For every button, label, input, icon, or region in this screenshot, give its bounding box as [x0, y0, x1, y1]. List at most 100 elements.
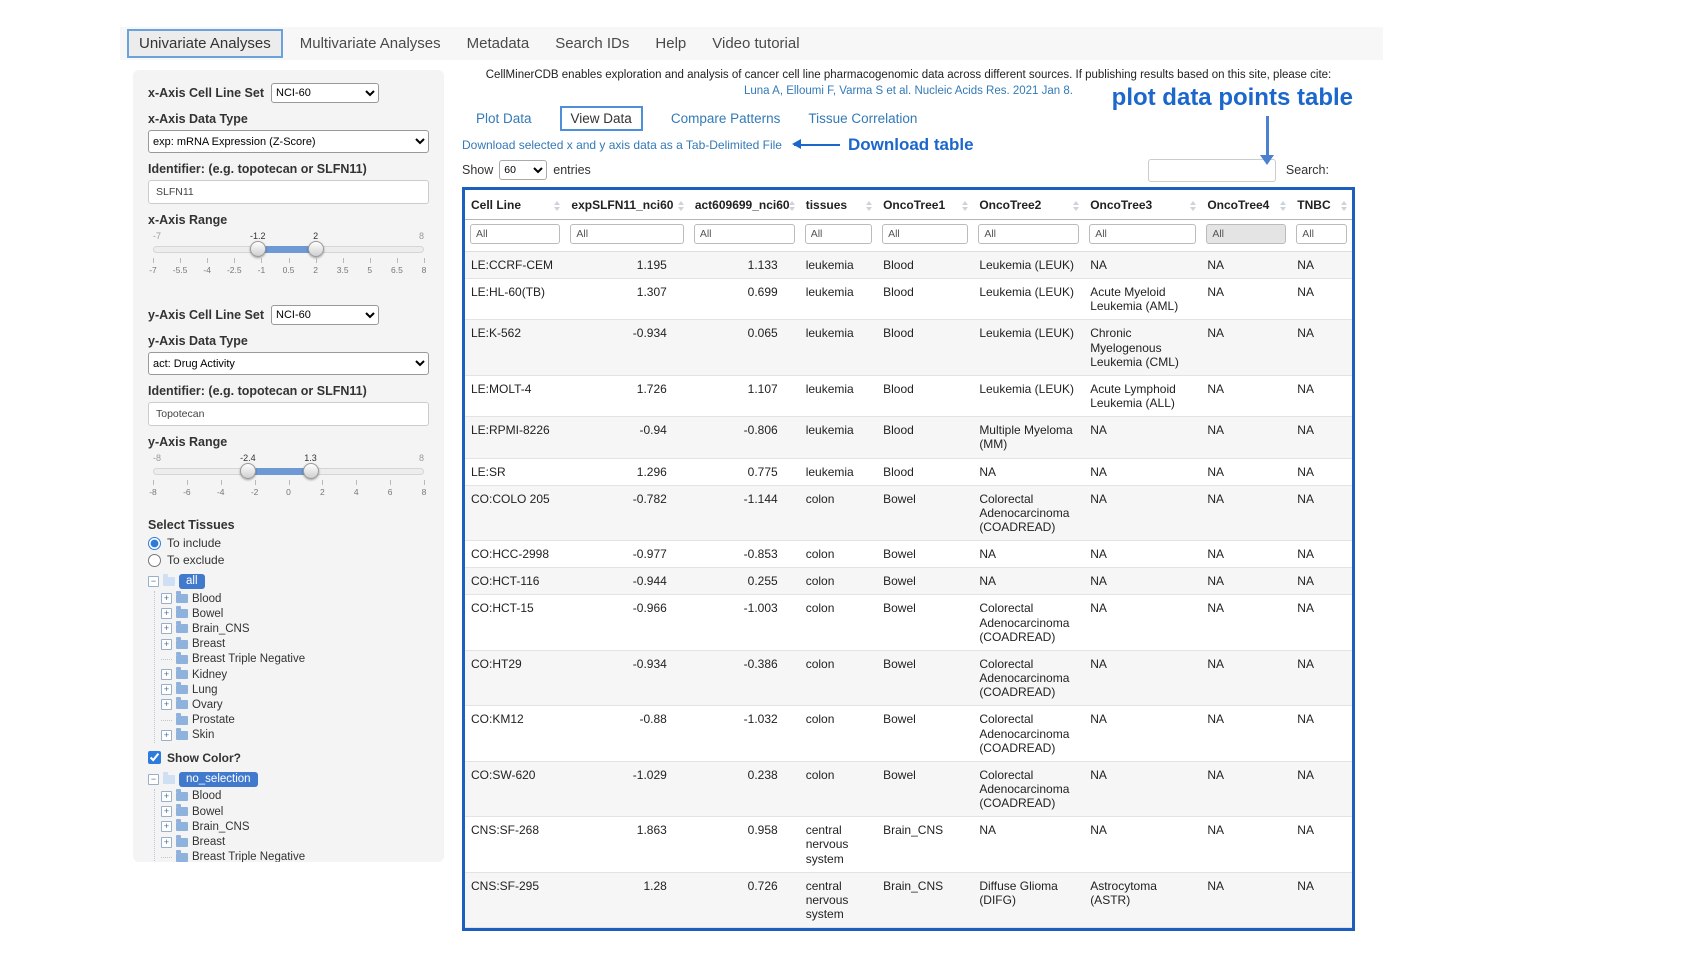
filter-input-tissues[interactable]	[805, 224, 872, 244]
tissue-exclude-root[interactable]: −no_selection	[148, 772, 429, 787]
view-tab-plot-data[interactable]: Plot Data	[476, 111, 532, 126]
cell-oncotree1: Bowel	[877, 761, 973, 816]
x-data-type-select[interactable]: exp: mRNA Expression (Z-Score)	[148, 130, 429, 153]
x-range-slider[interactable]: -78-1.22-7-5.5-4-2.5-10.523.556.58	[153, 231, 424, 287]
to-include-radio[interactable]	[148, 537, 161, 550]
search-input[interactable]	[1148, 159, 1276, 182]
tissue-include-item-bowel[interactable]: +Bowel	[161, 606, 429, 621]
sort-icon[interactable]	[678, 201, 684, 211]
column-header-expslfn11-nci60[interactable]: expSLFN11_nci60	[565, 190, 688, 220]
collapse-icon[interactable]: −	[148, 774, 159, 785]
filter-input-oncotree3[interactable]	[1089, 224, 1196, 244]
expand-icon[interactable]: +	[161, 837, 172, 848]
expand-icon[interactable]: +	[161, 639, 172, 650]
y-data-type-select[interactable]: act: Drug Activity	[148, 352, 429, 375]
expand-icon[interactable]: +	[161, 806, 172, 817]
column-header-oncotree4[interactable]: OncoTree4	[1201, 190, 1291, 220]
column-header-oncotree3[interactable]: OncoTree3	[1084, 190, 1201, 220]
tissue-include-item-breast-triple-negative[interactable]: Breast Triple Negative	[161, 652, 429, 667]
nav-tab-univariate-analyses[interactable]: Univariate Analyses	[127, 29, 283, 58]
nav-tab-search-ids[interactable]: Search IDs	[542, 29, 642, 58]
expand-icon[interactable]: +	[161, 623, 172, 634]
sort-icon[interactable]	[962, 201, 968, 211]
expand-icon[interactable]: +	[161, 593, 172, 604]
x-identifier-input[interactable]	[148, 180, 429, 204]
entries-select[interactable]: 60	[499, 160, 547, 180]
sort-icon[interactable]	[1190, 201, 1196, 211]
sort-icon[interactable]	[1280, 201, 1286, 211]
tissue-exclude-item-blood[interactable]: +Blood	[161, 789, 429, 804]
nav-tab-video-tutorial[interactable]: Video tutorial	[699, 29, 812, 58]
slider-handle-high[interactable]	[308, 241, 324, 257]
to-exclude-radio[interactable]	[148, 554, 161, 567]
tissue-exclude-item-bowel[interactable]: +Bowel	[161, 804, 429, 819]
column-header-oncotree2[interactable]: OncoTree2	[973, 190, 1084, 220]
sort-icon[interactable]	[789, 201, 795, 211]
expand-icon[interactable]: +	[161, 684, 172, 695]
filter-cell	[800, 219, 877, 251]
nav-tab-metadata[interactable]: Metadata	[454, 29, 543, 58]
sort-icon[interactable]	[1341, 201, 1347, 211]
expand-icon[interactable]: +	[161, 791, 172, 802]
sort-icon[interactable]	[1073, 201, 1079, 211]
slider-handle-low[interactable]	[250, 241, 266, 257]
show-color-option[interactable]: Show Color?	[148, 751, 429, 765]
tissue-include-root[interactable]: −all	[148, 574, 429, 589]
tissue-include-item-prostate[interactable]: Prostate	[161, 713, 429, 728]
nav-tab-multivariate-analyses[interactable]: Multivariate Analyses	[287, 29, 454, 58]
tissue-include-item-skin[interactable]: +Skin	[161, 728, 429, 743]
slider-handle-low[interactable]	[240, 463, 256, 479]
y-cell-line-set-select[interactable]: NCI-60	[271, 305, 379, 325]
show-color-checkbox[interactable]	[148, 751, 161, 764]
column-header-oncotree1[interactable]: OncoTree1	[877, 190, 973, 220]
filter-input-cell-line[interactable]	[470, 224, 560, 244]
expand-icon[interactable]: +	[161, 699, 172, 710]
slider-selected-range[interactable]	[258, 246, 316, 253]
y-identifier-input[interactable]	[148, 402, 429, 426]
x-cell-line-set-select[interactable]: NCI-60	[271, 83, 379, 103]
y-cell-line-set-label: y-Axis Cell Line Set	[148, 308, 264, 322]
cell-tnbc: NA	[1291, 485, 1352, 540]
nav-tab-help[interactable]: Help	[642, 29, 699, 58]
table-row: CO:HT29-0.934-0.386colonBowelColorectal …	[465, 650, 1352, 705]
tissue-exclude-item-breast-triple-negative[interactable]: Breast Triple Negative	[161, 850, 429, 862]
column-header-tnbc[interactable]: TNBC	[1291, 190, 1352, 220]
y-range-slider[interactable]: -88-2.41.3-8-6-4-202468	[153, 453, 424, 509]
tissue-include-item-lung[interactable]: +Lung	[161, 682, 429, 697]
tissue-include-item-kidney[interactable]: +Kidney	[161, 667, 429, 682]
tissue-include-item-brain-cns[interactable]: +Brain_CNS	[161, 621, 429, 636]
filter-input-oncotree1[interactable]	[882, 224, 968, 244]
tissue-include-item-ovary[interactable]: +Ovary	[161, 697, 429, 712]
expand-icon[interactable]: +	[161, 821, 172, 832]
expand-icon[interactable]: +	[161, 608, 172, 619]
filter-input-act609699-nci60[interactable]	[694, 224, 795, 244]
to-exclude-option[interactable]: To exclude	[148, 553, 429, 567]
cell-act609699-nci60: 0.065	[689, 320, 800, 375]
cell-oncotree1: Brain_CNS	[877, 872, 973, 927]
filter-input-tnbc[interactable]	[1296, 224, 1347, 244]
tissue-include-item-blood[interactable]: +Blood	[161, 591, 429, 606]
slider-handle-high[interactable]	[303, 463, 319, 479]
slider-selected-range[interactable]	[248, 468, 311, 475]
column-header-tissues[interactable]: tissues	[800, 190, 877, 220]
expand-icon[interactable]: +	[161, 669, 172, 680]
download-link[interactable]: Download selected x and y axis data as a…	[462, 138, 782, 152]
column-header-act609699-nci60[interactable]: act609699_nci60	[689, 190, 800, 220]
to-include-option[interactable]: To include	[148, 536, 429, 550]
filter-input-expslfn11-nci60[interactable]	[570, 224, 683, 244]
filter-input-oncotree4[interactable]	[1206, 224, 1286, 244]
collapse-icon[interactable]: −	[148, 576, 159, 587]
view-tab-tissue-correlation[interactable]: Tissue Correlation	[808, 111, 917, 126]
expand-icon[interactable]: +	[161, 730, 172, 741]
table-row: CNS:SF-2681.8630.958central nervous syst…	[465, 817, 1352, 872]
sort-icon[interactable]	[554, 201, 560, 211]
column-header-cell-line[interactable]: Cell Line	[465, 190, 565, 220]
view-tab-compare-patterns[interactable]: Compare Patterns	[671, 111, 781, 126]
tissue-exclude-item-brain-cns[interactable]: +Brain_CNS	[161, 819, 429, 834]
view-tab-view-data[interactable]: View Data	[560, 106, 643, 131]
tissue-include-item-breast[interactable]: +Breast	[161, 637, 429, 652]
filter-input-oncotree2[interactable]	[978, 224, 1079, 244]
tick-label: 6	[388, 487, 393, 497]
tissue-exclude-item-breast[interactable]: +Breast	[161, 834, 429, 849]
sort-icon[interactable]	[866, 201, 872, 211]
